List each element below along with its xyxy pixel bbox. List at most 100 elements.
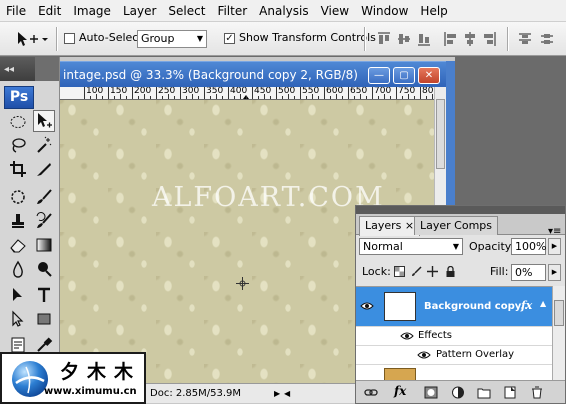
panel-tabs: Layers × Layer Comps ▾≡ (356, 214, 565, 237)
eyedropper-slice-tool[interactable] (33, 158, 55, 180)
clone-stamp-tool[interactable] (7, 210, 29, 232)
visibility-eye-icon[interactable] (417, 349, 431, 361)
ruler-minor-tick (186, 96, 187, 99)
show-transform-checkbox[interactable]: ✓ (224, 33, 235, 44)
move-tool-icon (18, 32, 48, 46)
lock-transparent-pixels-icon[interactable] (394, 266, 405, 277)
add-layer-style-icon[interactable]: fx (394, 384, 408, 398)
menu-analysis[interactable]: Analysis (253, 0, 314, 22)
minimize-button[interactable]: — (368, 67, 390, 84)
lock-image-pixels-icon[interactable] (411, 266, 422, 277)
layer-row[interactable]: Background copy... fx ▲ (356, 287, 552, 326)
rectangle-shape-icon (37, 313, 51, 325)
menu-view[interactable]: View (315, 0, 355, 22)
opacity-slider-button[interactable]: ▶ (548, 238, 561, 255)
align-left-edges-icon[interactable] (443, 31, 457, 47)
align-vertical-centers-icon[interactable] (397, 31, 411, 47)
blend-mode-dropdown[interactable]: Normal ▼ (359, 238, 463, 255)
lasso-tool[interactable] (7, 134, 29, 156)
close-icon: ✕ (424, 70, 434, 81)
dock-button[interactable] (35, 57, 59, 81)
adjustment-layer-icon[interactable] (451, 386, 465, 399)
menu-filter[interactable]: Filter (211, 0, 253, 22)
eraser-tool[interactable] (7, 234, 29, 256)
lasso-icon (12, 138, 26, 153)
add-mask-icon[interactable] (424, 386, 438, 399)
dodge-tool[interactable] (33, 258, 55, 280)
align-bottom-edges-icon[interactable] (417, 31, 431, 47)
document-title-bar[interactable]: intage.psd @ 33.3% (Background copy 2, R… (60, 61, 455, 87)
shape-tool[interactable] (33, 308, 55, 330)
crosshair-cursor-icon (236, 277, 249, 290)
distribute-centers-icon[interactable] (540, 31, 554, 47)
auto-select-dropdown[interactable]: Group ▼ (137, 30, 207, 48)
auto-select-checkbox[interactable] (64, 33, 75, 44)
ruler-minor-tick (378, 96, 379, 99)
effects-toggle-icon[interactable]: ▲ (540, 299, 546, 308)
brush-tool[interactable] (33, 186, 55, 208)
effects-row[interactable]: Effects (356, 326, 552, 345)
scrollbar-thumb[interactable] (436, 99, 445, 169)
menu-file[interactable]: File (0, 0, 32, 22)
pen-tool[interactable] (7, 308, 29, 330)
menu-edit[interactable]: Edit (32, 0, 67, 22)
visibility-eye-icon[interactable] (360, 300, 374, 312)
align-top-edges-icon[interactable] (377, 31, 391, 47)
ruler-label: 450 (254, 87, 272, 96)
healing-brush-tool[interactable] (7, 186, 29, 208)
horizontal-ruler[interactable]: 100 150 200 250 300 350 400 450 500 550 600 650 700 7… (60, 87, 434, 100)
menu-window[interactable]: Window (355, 0, 414, 22)
layers-scrollbar[interactable] (552, 286, 565, 380)
menu-help[interactable]: Help (414, 0, 453, 22)
link-layers-icon[interactable] (364, 386, 378, 399)
delete-layer-icon[interactable] (530, 386, 544, 399)
path-selection-tool[interactable] (7, 284, 29, 306)
scrollbar-thumb[interactable] (554, 300, 564, 326)
menu-image[interactable]: Image (67, 0, 117, 22)
new-group-icon[interactable] (477, 386, 491, 399)
type-tool[interactable] (33, 284, 55, 306)
maximize-button[interactable]: ▢ (393, 67, 415, 84)
scroll-left-icon[interactable]: ◀ (284, 389, 290, 398)
ellipse-marquee-icon (10, 116, 26, 128)
lock-all-icon[interactable] (445, 266, 456, 277)
options-bar: Auto-Select: Group ▼ ✓ Show Transform Co… (0, 22, 566, 56)
lock-position-icon[interactable] (427, 266, 438, 277)
close-button[interactable]: ✕ (418, 67, 440, 84)
effect-row[interactable]: Pattern Overlay (356, 345, 552, 364)
slice-knife-icon (37, 163, 51, 176)
layer-effects-badge[interactable]: fx (521, 299, 532, 312)
new-layer-icon[interactable] (503, 386, 517, 399)
move-tool[interactable] (33, 110, 55, 132)
align-right-edges-icon[interactable] (483, 31, 497, 47)
status-menu-arrow-icon[interactable]: ▶ (274, 389, 280, 398)
ruler-tick (132, 87, 133, 99)
panel-grip[interactable] (356, 206, 565, 214)
tab-close-icon[interactable]: × (405, 219, 414, 232)
align-horizontal-centers-icon[interactable] (463, 31, 477, 47)
gradient-tool[interactable] (33, 234, 55, 256)
blur-tool[interactable] (7, 258, 29, 280)
fill-slider-button[interactable]: ▶ (548, 264, 561, 281)
magic-wand-tool[interactable] (33, 134, 55, 156)
ruler-minor-tick (210, 96, 211, 99)
tool-preset-picker[interactable] (14, 30, 50, 48)
menu-select[interactable]: Select (162, 0, 211, 22)
visibility-eye-icon[interactable] (400, 330, 414, 342)
ruler-label: 300 (182, 87, 200, 96)
tab-layer-comps[interactable]: Layer Comps (414, 216, 499, 235)
tab-layers[interactable]: Layers × (359, 216, 421, 236)
chevron-right-icon: ▶ (551, 268, 558, 276)
layer-row[interactable] (356, 364, 552, 380)
opacity-input[interactable]: 100% (511, 238, 546, 255)
distribute-top-icon[interactable] (518, 31, 532, 47)
collapse-icon[interactable]: ◂◂ (4, 64, 14, 75)
fill-input[interactable]: 0% (511, 264, 546, 281)
crop-tool[interactable] (7, 158, 29, 180)
history-brush-tool[interactable] (33, 210, 55, 232)
effects-label: Effects (418, 330, 452, 341)
marquee-tool[interactable] (7, 111, 29, 133)
menu-layer[interactable]: Layer (117, 0, 162, 22)
site-logo-url: www.ximumu.cn (44, 386, 137, 397)
tools-panel-header[interactable]: ◂◂ (0, 57, 59, 81)
